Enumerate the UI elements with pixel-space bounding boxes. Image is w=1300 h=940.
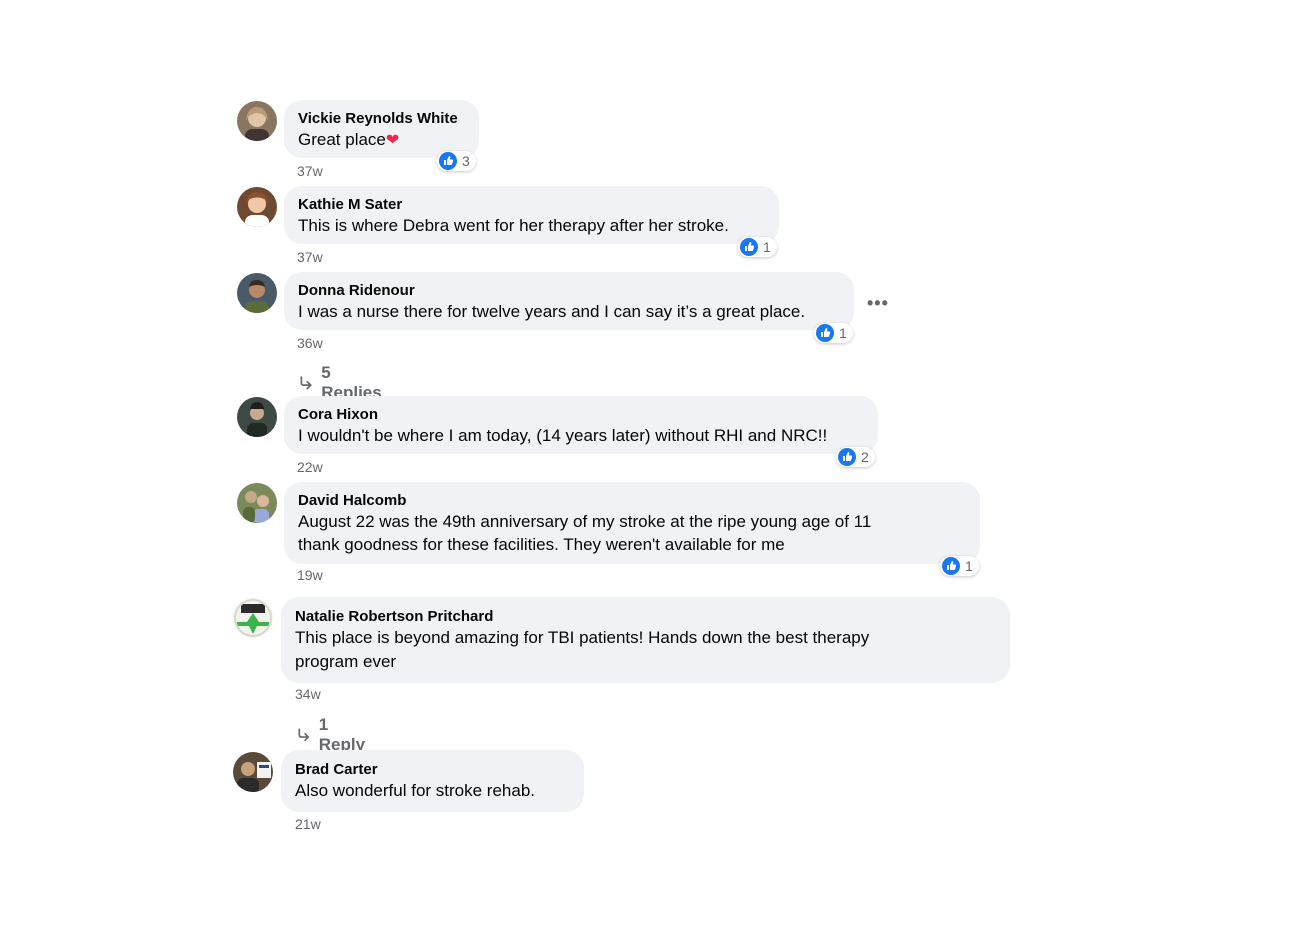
reply-arrow-icon bbox=[298, 728, 310, 742]
reaction-count: 1 bbox=[763, 239, 771, 255]
timestamp[interactable]: 22w bbox=[297, 459, 323, 475]
replies-label: 1 Reply bbox=[318, 715, 366, 754]
comment-text: Also wonderful for stroke rehab. bbox=[295, 781, 536, 800]
comment-bubble: Kathie M Sater This is where Debra went … bbox=[284, 186, 779, 244]
timestamp[interactable]: 34w bbox=[295, 686, 321, 702]
comment-author[interactable]: Donna Ridenour bbox=[298, 281, 840, 300]
avatar[interactable] bbox=[237, 397, 277, 437]
comment-text: I wouldn't be where I am today, (14 year… bbox=[298, 426, 828, 445]
timestamp[interactable]: 21w bbox=[295, 816, 321, 832]
comment-text-line-1: August 22 was the 49th anniversary of my… bbox=[298, 512, 872, 531]
comment-author[interactable]: Natalie Robertson Pritchard bbox=[295, 607, 996, 626]
comment-author[interactable]: David Halcomb bbox=[298, 491, 966, 510]
comment-bubble: Natalie Robertson Pritchard This place i… bbox=[281, 597, 1010, 683]
reply-arrow-icon bbox=[300, 376, 312, 390]
heart-emoji-icon: ❤ bbox=[385, 132, 400, 149]
comment-text: This is where Debra went for her therapy… bbox=[298, 216, 729, 235]
reaction-badge[interactable]: 2 bbox=[836, 447, 875, 467]
like-icon bbox=[740, 238, 758, 256]
reaction-count: 1 bbox=[839, 325, 847, 341]
view-replies-button[interactable]: 1 Reply bbox=[296, 715, 368, 755]
comment-author[interactable]: Vickie Reynolds White bbox=[298, 109, 465, 128]
timestamp[interactable]: 19w bbox=[297, 567, 323, 583]
comment-text: Great place bbox=[298, 130, 386, 149]
like-icon bbox=[838, 448, 856, 466]
reaction-count: 3 bbox=[462, 153, 470, 169]
comment-bubble: Brad Carter Also wonderful for stroke re… bbox=[281, 750, 584, 812]
reaction-count: 2 bbox=[861, 449, 869, 465]
ellipsis-icon[interactable]: ••• bbox=[867, 294, 889, 312]
reaction-count: 1 bbox=[965, 558, 973, 574]
comment-bubble: Donna Ridenour I was a nurse there for t… bbox=[284, 272, 854, 330]
timestamp[interactable]: 37w bbox=[297, 249, 323, 265]
avatar[interactable] bbox=[233, 752, 273, 792]
comment-bubble: Vickie Reynolds White Great place❤ bbox=[284, 100, 479, 158]
avatar[interactable] bbox=[233, 598, 273, 638]
comment-text-line-2: thank goodness for these facilities. The… bbox=[298, 535, 785, 554]
comment-bubble: Cora Hixon I wouldn't be where I am toda… bbox=[284, 396, 878, 454]
comment-author[interactable]: Brad Carter bbox=[295, 760, 570, 779]
timestamp[interactable]: 37w bbox=[297, 163, 323, 179]
avatar[interactable] bbox=[237, 483, 277, 523]
reaction-badge[interactable]: 3 bbox=[437, 151, 476, 171]
comment-text-line-2: program ever bbox=[295, 652, 397, 671]
reaction-badge[interactable]: 1 bbox=[738, 237, 777, 257]
timestamp[interactable]: 36w bbox=[297, 335, 323, 351]
comment-text-line-1: This place is beyond amazing for TBI pat… bbox=[295, 628, 870, 647]
reaction-badge[interactable]: 1 bbox=[814, 323, 853, 343]
comment-bubble: David Halcomb August 22 was the 49th ann… bbox=[284, 482, 980, 564]
avatar[interactable] bbox=[237, 273, 277, 313]
reaction-badge[interactable]: 1 bbox=[940, 556, 979, 576]
avatar[interactable] bbox=[237, 187, 277, 227]
comment-text: I was a nurse there for twelve years and… bbox=[298, 302, 806, 321]
avatar[interactable] bbox=[237, 101, 277, 141]
comment-author[interactable]: Kathie M Sater bbox=[298, 195, 765, 214]
comment-author[interactable]: Cora Hixon bbox=[298, 405, 864, 424]
like-icon bbox=[439, 152, 457, 170]
like-icon bbox=[816, 324, 834, 342]
like-icon bbox=[942, 557, 960, 575]
